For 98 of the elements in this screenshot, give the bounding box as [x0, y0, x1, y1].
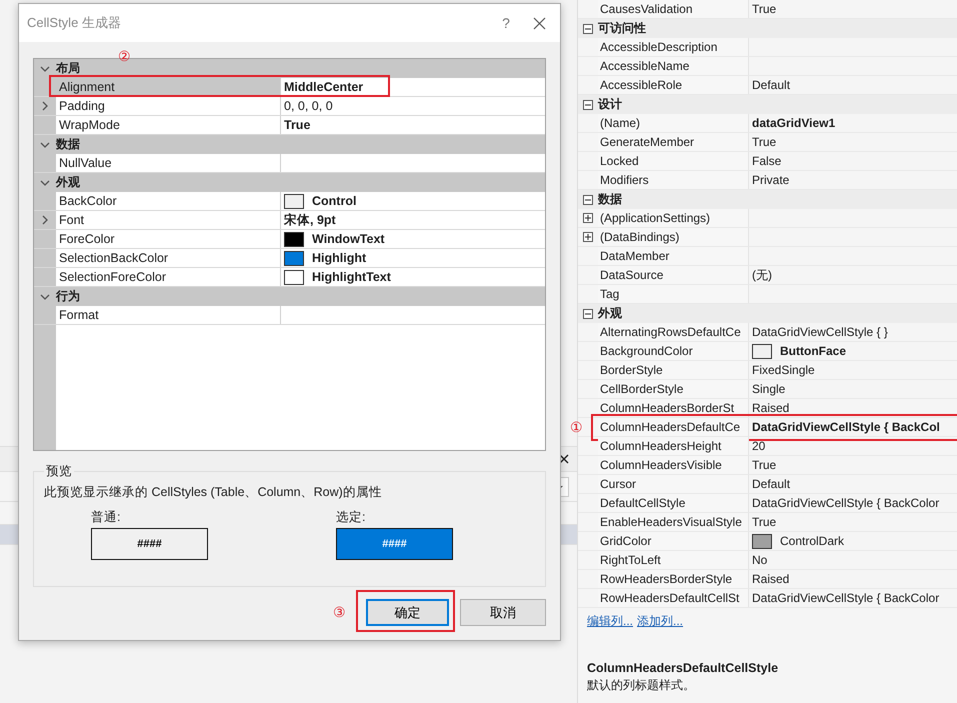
property-name[interactable]: AccessibleDescription	[598, 38, 749, 56]
link[interactable]: 添加列...	[637, 613, 684, 661]
category-name: 布局	[56, 60, 80, 77]
property-name[interactable]: AccessibleRole	[598, 76, 749, 94]
expand-icon[interactable]	[583, 232, 593, 242]
property-name[interactable]: (DataBindings)	[598, 228, 749, 246]
property-value[interactable]: False	[752, 154, 782, 168]
close-icon[interactable]	[533, 16, 546, 30]
property-name[interactable]: ColumnHeadersVisible	[598, 456, 749, 474]
property-name[interactable]: RowHeadersDefaultCellSt	[598, 589, 749, 607]
ok-button[interactable]: 确定	[366, 599, 449, 626]
property-name[interactable]: DataSource	[598, 266, 749, 284]
callout-number: ③	[333, 604, 346, 620]
property-name[interactable]: Cursor	[598, 475, 749, 493]
property-value[interactable]: 宋体, 9pt	[284, 212, 336, 228]
property-value[interactable]: FixedSingle	[752, 363, 815, 377]
property-name[interactable]: GridColor	[598, 532, 749, 550]
property-value[interactable]: Raised	[752, 572, 790, 586]
property-value[interactable]: DataGridViewCellStyle { BackCol	[752, 420, 940, 434]
preview-cell: ####	[91, 528, 208, 560]
property-name[interactable]: AccessibleName	[598, 57, 749, 75]
property-value[interactable]: True	[284, 118, 310, 132]
preview-cell: ####	[336, 528, 453, 560]
property-name[interactable]: ColumnHeadersHeight	[598, 437, 749, 455]
property-value[interactable]: HighlightText	[312, 270, 391, 284]
property-name[interactable]: WrapMode	[56, 116, 281, 134]
property-name[interactable]: EnableHeadersVisualStyle	[598, 513, 749, 531]
property-name[interactable]: RowHeadersBorderStyle	[598, 570, 749, 588]
property-value[interactable]: DataGridViewCellStyle { BackColor	[752, 496, 940, 510]
property-value[interactable]: dataGridView1	[752, 116, 836, 130]
property-value[interactable]: Control	[312, 194, 356, 208]
cancel-button[interactable]: 取消	[460, 599, 546, 626]
callout-number: ①	[570, 419, 583, 435]
sample-label: 选定:	[336, 509, 366, 526]
property-value[interactable]: WindowText	[312, 232, 385, 246]
property-value[interactable]: Raised	[752, 401, 790, 415]
property-name[interactable]: GenerateMember	[598, 133, 749, 151]
description-title: ColumnHeadersDefaultCellStyle	[586, 661, 780, 675]
category-name: 外观	[598, 305, 622, 322]
property-value[interactable]: Highlight	[312, 251, 366, 265]
property-name[interactable]: BorderStyle	[598, 361, 749, 379]
property-value[interactable]: True	[752, 135, 776, 149]
property-value[interactable]: ButtonFace	[780, 344, 846, 358]
property-value[interactable]: MiddleCenter	[284, 80, 364, 94]
chevron-down-icon[interactable]	[40, 140, 50, 150]
property-name[interactable]: CausesValidation	[598, 0, 749, 18]
category-name: 可访问性	[598, 20, 646, 37]
property-name[interactable]: CellBorderStyle	[598, 380, 749, 398]
chevron-right-icon[interactable]	[40, 215, 50, 225]
property-value[interactable]: No	[752, 553, 768, 567]
property-value[interactable]: Private	[752, 173, 790, 187]
property-value[interactable]: Default	[752, 78, 790, 92]
collapse-icon[interactable]	[583, 308, 593, 318]
expand-icon[interactable]	[583, 213, 593, 223]
property-name[interactable]: RightToLeft	[598, 551, 749, 569]
category-name: 行为	[56, 288, 80, 305]
callout-number: ②	[118, 48, 131, 64]
category-name: 数据	[56, 136, 80, 153]
property-value[interactable]: True	[752, 2, 776, 16]
chevron-down-icon[interactable]	[40, 292, 50, 302]
preview-description: 此预览显示继承的 CellStyles (Table、Column、Row)的属性	[44, 484, 383, 501]
window-title: CellStyle 生成器	[27, 14, 122, 32]
property-name[interactable]: (Name)	[598, 114, 749, 132]
category-name: 外观	[56, 174, 80, 191]
property-name[interactable]: (ApplicationSettings)	[598, 209, 749, 227]
property-value[interactable]: True	[752, 515, 776, 529]
help-button[interactable]: ?	[491, 14, 521, 32]
property-value[interactable]: DataGridViewCellStyle { BackColor	[752, 591, 940, 605]
sample-label: 普通:	[91, 509, 122, 526]
property-name[interactable]: ColumnHeadersDefaultCe	[598, 418, 749, 436]
property-name[interactable]: Tag	[598, 285, 749, 303]
chevron-right-icon[interactable]	[40, 101, 50, 111]
chevron-down-icon[interactable]	[40, 178, 50, 188]
category-name: 设计	[598, 96, 622, 113]
property-name[interactable]: Modifiers	[598, 171, 749, 189]
category-name: 数据	[598, 191, 622, 208]
chevron-down-icon[interactable]	[40, 64, 50, 74]
property-value[interactable]: ControlDark	[780, 534, 844, 548]
property-name[interactable]: BackgroundColor	[598, 342, 749, 360]
property-name[interactable]: AlternatingRowsDefaultCe	[598, 323, 749, 341]
property-name[interactable]: DefaultCellStyle	[598, 494, 749, 512]
property-value[interactable]: Single	[752, 382, 786, 396]
description-text: 默认的列标题样式。	[586, 677, 696, 694]
collapse-icon[interactable]	[583, 100, 593, 110]
property-value[interactable]: Default	[752, 477, 790, 491]
property-value[interactable]: True	[752, 458, 776, 472]
property-value[interactable]: DataGridViewCellStyle { }	[752, 325, 888, 339]
collapse-icon[interactable]	[583, 24, 593, 34]
property-name[interactable]: Locked	[598, 152, 749, 170]
property-name[interactable]: DataMember	[598, 247, 749, 265]
collapse-icon[interactable]	[583, 194, 593, 204]
property-value[interactable]: 20	[752, 439, 766, 453]
property-value[interactable]: (无)	[752, 266, 772, 284]
link[interactable]: 编辑列...	[587, 613, 634, 661]
property-name[interactable]: Alignment	[56, 78, 281, 96]
close-icon[interactable]	[559, 454, 569, 464]
property-value[interactable]: 0, 0, 0, 0	[284, 99, 333, 113]
group-title: 预览	[45, 463, 73, 480]
